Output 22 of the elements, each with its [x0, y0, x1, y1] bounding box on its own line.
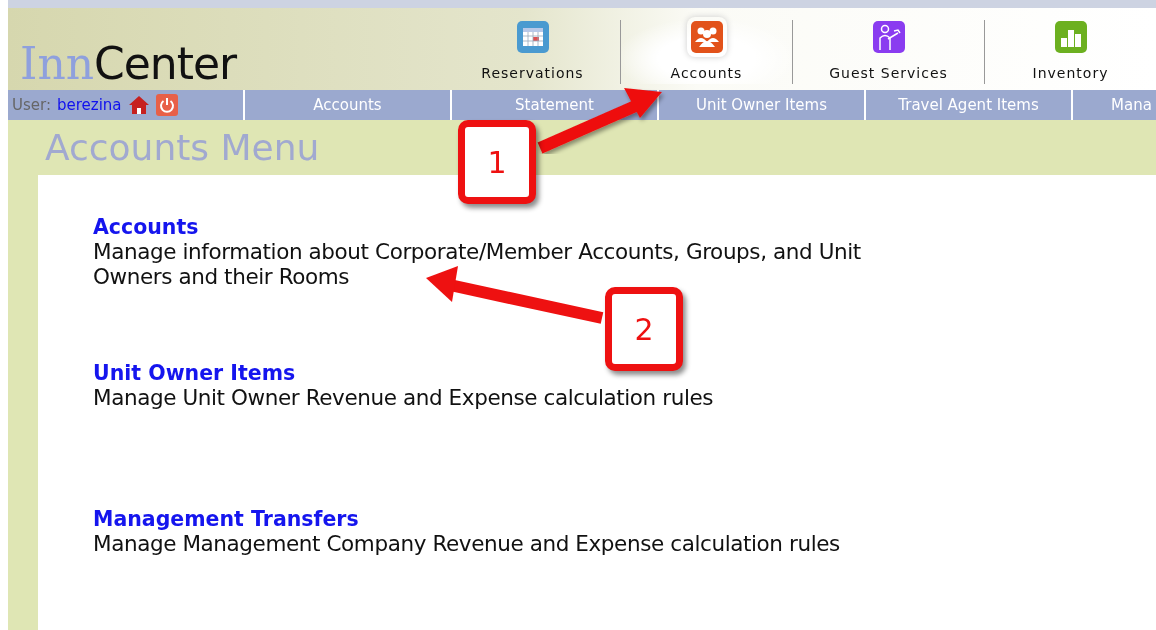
- module-tab[interactable]: Guest Services: [793, 20, 985, 84]
- blocks-icon: [1053, 20, 1088, 54]
- user-label: User:: [12, 96, 51, 114]
- menu-link[interactable]: Management Transfers: [93, 507, 359, 531]
- callout-box: 2: [605, 287, 683, 371]
- calendar-icon: [515, 20, 550, 54]
- menu-link[interactable]: Unit Owner Items: [93, 361, 296, 385]
- user-name[interactable]: berezina: [57, 96, 122, 114]
- home-icon[interactable]: [127, 95, 150, 115]
- menu-description: Manage information about Corporate/Member Accounts, Groups, and Unit Owners and their Rooms: [93, 239, 862, 289]
- module-tab[interactable]: Inventory: [985, 20, 1156, 84]
- page-title: Accounts Menu: [44, 126, 320, 170]
- callout-box: 1: [458, 120, 536, 204]
- module-tab[interactable]: Accounts: [621, 20, 793, 84]
- logo: InnCenter: [19, 37, 238, 90]
- power-icon[interactable]: [155, 94, 178, 116]
- menu-link[interactable]: Accounts: [93, 215, 199, 239]
- menu-description: Manage Management Company Revenue and Expense calculation rules: [93, 531, 841, 556]
- waiter-icon: [871, 20, 906, 54]
- menu-description: Manage Unit Owner Revenue and Expense calculation rules: [93, 385, 715, 410]
- module-tab[interactable]: Reservations: [445, 20, 621, 84]
- people-icon: [689, 20, 724, 54]
